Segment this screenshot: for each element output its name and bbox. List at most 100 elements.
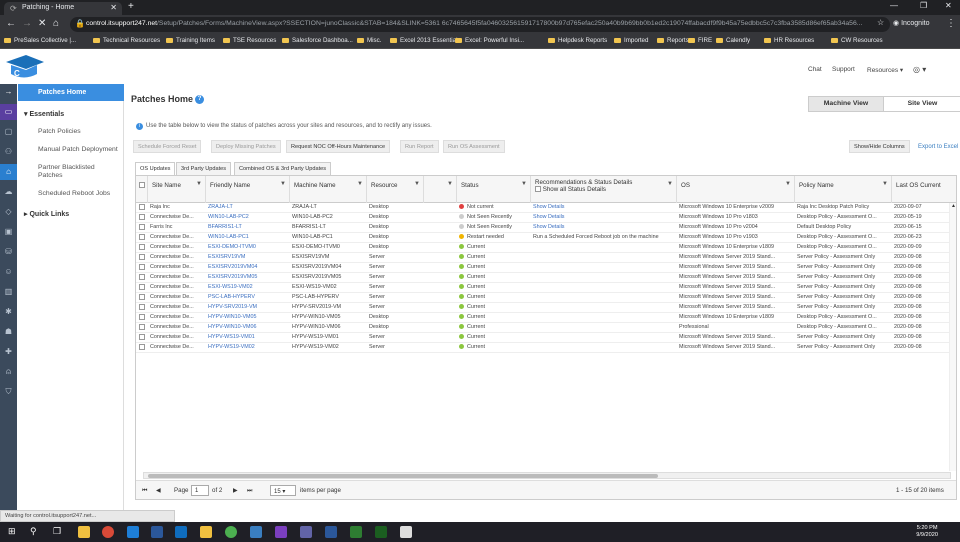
bookmark-item[interactable]: FIRE	[688, 37, 712, 44]
network-icon[interactable]: ⛁	[0, 244, 17, 260]
back-icon[interactable]: ←	[6, 18, 16, 29]
support-link[interactable]: Support	[832, 66, 855, 73]
table-row[interactable]: Connectwise De... HYPV-SRV2019-VM HYPV-SRV…	[136, 303, 956, 313]
bookmark-item[interactable]: Reports	[657, 37, 689, 44]
cell-friendly[interactable]: WIN10-LAB-PC2	[208, 214, 288, 220]
cell-friendly[interactable]: ESXISRV2019VM04	[208, 264, 288, 270]
col-resource[interactable]: Resource ▼	[367, 176, 424, 203]
word-icon[interactable]	[325, 526, 337, 538]
row-checkbox[interactable]	[139, 284, 145, 290]
vertical-scrollbar[interactable]: ▲	[949, 203, 956, 471]
sidebar-section-quick-links[interactable]: ▸ Quick Links	[24, 210, 69, 218]
row-checkbox[interactable]	[139, 254, 145, 260]
cell-rec[interactable]: Show Details	[533, 214, 675, 220]
row-checkbox[interactable]	[139, 214, 145, 220]
table-row[interactable]: Connectwise De... WIN10-LAB-PC2 WIN10-LAB-…	[136, 213, 956, 223]
filter-icon[interactable]: ▼	[447, 181, 453, 187]
sidebar-item-scheduled-reboot-jobs[interactable]: Scheduled Reboot Jobs	[38, 190, 124, 198]
support-icon[interactable]: ⚇	[0, 144, 17, 160]
sidebar-item-patches-home[interactable]: Patches Home	[18, 84, 124, 101]
cell-friendly[interactable]: ZRAJA-LT	[208, 204, 288, 210]
table-row[interactable]: Connectwise De... WIN10-LAB-PC1 WIN10-LAB-…	[136, 233, 956, 243]
row-checkbox[interactable]	[139, 344, 145, 350]
prev-page-icon[interactable]: ◀	[156, 487, 161, 494]
bookmark-item[interactable]: Helpdesk Reports	[548, 37, 607, 44]
run-os-assessment-button[interactable]: Run OS Assessment	[443, 140, 505, 153]
table-row[interactable]: Connectwise De... HYPV-WIN10-VM05 HYPV-WIN…	[136, 313, 956, 323]
tag-icon[interactable]: ◇	[0, 204, 17, 220]
export-to-excel-link[interactable]: Export to Excel	[918, 144, 958, 150]
cell-friendly[interactable]: HYPV-WS19-VM01	[208, 334, 288, 340]
row-checkbox[interactable]	[139, 264, 145, 270]
table-row[interactable]: Connectwise De... ESXISRV2019VM04 ESXISRV2…	[136, 263, 956, 273]
cell-friendly[interactable]: ESXI-WS19-VM02	[208, 284, 288, 290]
cell-friendly[interactable]: HYPV-SRV2019-VM	[208, 304, 288, 310]
bell-icon[interactable]: ⍝	[0, 364, 17, 380]
home-icon[interactable]: ⌂	[53, 18, 59, 29]
app-icon-5[interactable]	[375, 526, 387, 538]
machine-view-button[interactable]: Machine View	[809, 97, 884, 111]
row-checkbox[interactable]	[139, 274, 145, 280]
agent-icon[interactable]: ☺	[0, 264, 17, 280]
monitor-icon[interactable]: ▭	[0, 104, 17, 120]
select-all-checkbox[interactable]	[136, 176, 148, 203]
file-explorer-icon[interactable]	[78, 526, 90, 538]
row-checkbox[interactable]	[139, 294, 145, 300]
incognito-badge[interactable]: ◉ Incognito	[893, 19, 929, 27]
col-recommendations[interactable]: Recommendations & Status Details ▼ Show a…	[531, 176, 677, 203]
sidebar-item-partner-blacklisted-patches[interactable]: Partner Blacklisted Patches	[38, 164, 118, 180]
request-noc-maintenance-button[interactable]: Request NOC Off-Hours Maintenance	[286, 140, 391, 153]
tab-3rd-party-updates[interactable]: 3rd Party Updates	[176, 162, 232, 175]
page-number-input[interactable]: 1	[191, 485, 209, 496]
tab-combined-updates[interactable]: Combined OS & 3rd Party Updates	[234, 162, 332, 175]
sidebar-item-patch-policies[interactable]: Patch Policies	[38, 128, 118, 136]
col-policy-name[interactable]: Policy Name ▼	[795, 176, 892, 203]
outlook-icon[interactable]	[175, 526, 187, 538]
deploy-missing-patches-button[interactable]: Deploy Missing Patches	[211, 140, 281, 153]
table-row[interactable]: Connectwise De... PSC-LAB-HYPERV PSC-LAB-H…	[136, 293, 956, 303]
col-blank[interactable]: ▼	[424, 176, 457, 203]
row-checkbox[interactable]	[139, 324, 145, 330]
minimize-icon[interactable]: —	[890, 1, 898, 10]
chat-link[interactable]: Chat	[808, 66, 822, 73]
col-friendly-name[interactable]: Friendly Name ▼	[206, 176, 290, 203]
new-tab-button[interactable]: +	[128, 1, 134, 12]
bookmark-item[interactable]: Imported	[614, 37, 648, 44]
bookmark-item[interactable]: HR Resources	[764, 37, 814, 44]
table-row[interactable]: Connectwise De... ESXISRV19VM ESXISRV19VM S…	[136, 253, 956, 263]
scroll-thumb[interactable]	[148, 474, 658, 478]
filter-icon[interactable]: ▼	[667, 181, 673, 187]
next-page-icon[interactable]: ▶	[233, 487, 238, 494]
row-checkbox[interactable]	[139, 224, 145, 230]
bookmark-item[interactable]: Technical Resources	[93, 37, 160, 44]
show-hide-columns-button[interactable]: Show/Hide Columns	[849, 140, 910, 153]
cell-friendly[interactable]: ESXISRV2019VM05	[208, 274, 288, 280]
shield-icon[interactable]: ⛉	[0, 384, 17, 400]
chrome-icon[interactable]	[102, 526, 114, 538]
browser-tab[interactable]: ⟳ Patching - Home ✕	[4, 2, 122, 15]
filter-icon[interactable]: ▼	[196, 181, 202, 187]
table-row[interactable]: Connectwise De... ESXISRV2019VM05 ESXISRV2…	[136, 273, 956, 283]
bookmark-item[interactable]: Calendly	[716, 37, 750, 44]
cell-friendly[interactable]: HYPV-WS19-VM02	[208, 344, 288, 350]
bookmark-item[interactable]: PreSales Collective |...	[4, 37, 76, 44]
filter-icon[interactable]: ▼	[357, 181, 363, 187]
expand-arrow-icon[interactable]: →	[0, 84, 17, 100]
last-page-icon[interactable]: ⏭	[247, 487, 253, 495]
table-row[interactable]: Connectwise De... ESXI-DEMO-ITVM0 ESXI-DEM…	[136, 243, 956, 253]
row-checkbox[interactable]	[139, 304, 145, 310]
onenote-icon[interactable]	[275, 526, 287, 538]
bookmark-item[interactable]: Misc.	[357, 37, 381, 44]
filter-icon[interactable]: ▼	[882, 181, 888, 187]
devices-icon[interactable]: ▣	[0, 224, 17, 240]
cell-rec[interactable]: Show Details	[533, 224, 675, 230]
table-row[interactable]: Connectwise De... HYPV-WIN10-VM06 HYPV-WIN…	[136, 323, 956, 333]
app-icon-4[interactable]	[350, 526, 362, 538]
filter-icon[interactable]: ▼	[414, 181, 420, 187]
restore-icon[interactable]: ❐	[920, 1, 927, 10]
app-icon-3[interactable]	[250, 526, 262, 538]
first-page-icon[interactable]: ⏮	[142, 487, 148, 495]
row-checkbox[interactable]	[139, 244, 145, 250]
row-checkbox[interactable]	[139, 204, 145, 210]
cell-friendly[interactable]: HYPV-WIN10-VM06	[208, 324, 288, 330]
